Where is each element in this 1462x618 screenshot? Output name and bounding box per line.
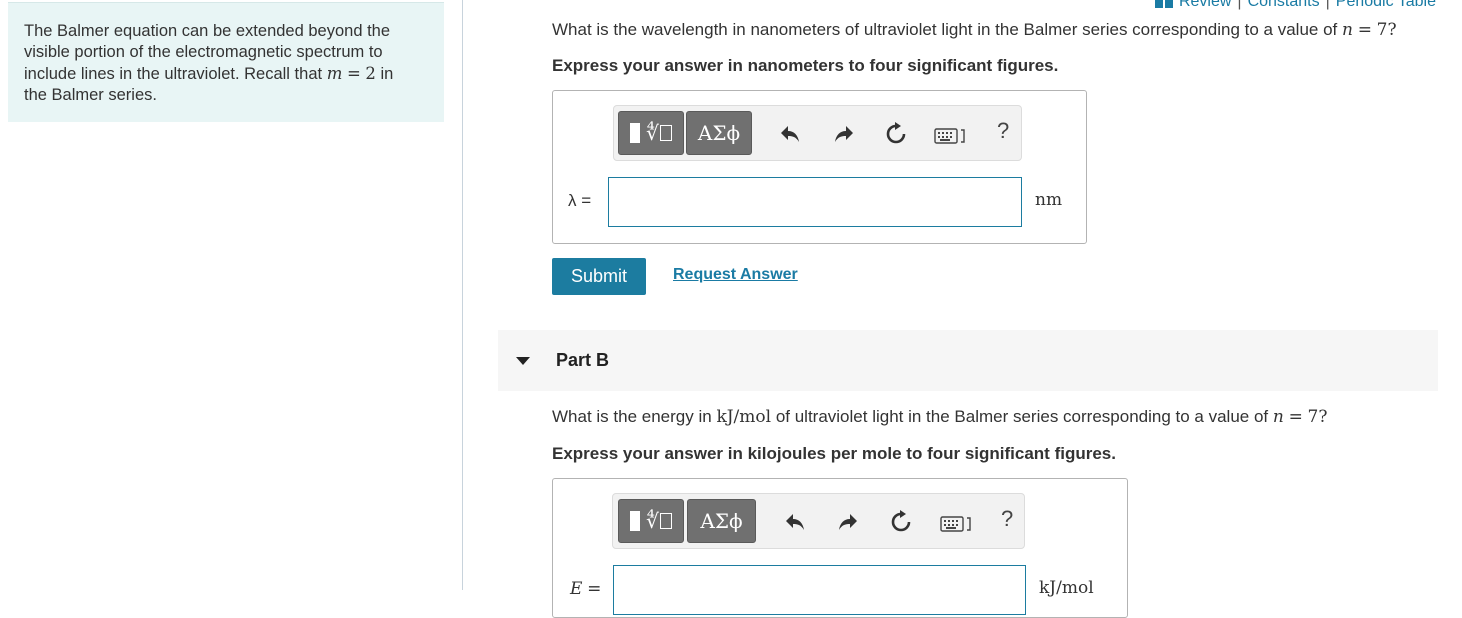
request-answer-link[interactable]: Request Answer [673,266,798,284]
part-a-instruction: Express your answer in nanometers to fou… [552,56,1059,75]
math-var-m: m [326,64,343,83]
info-text: include lines in the ultraviolet. Recall… [24,65,323,83]
unit-label: kJ/mol [1039,578,1094,598]
math-toolbar: ∜ ΑΣϕ ? [612,493,1025,549]
question-mark: ? [1387,20,1397,40]
unit-label: nm [1035,190,1063,210]
part-b-question: What is the energy in kJ/mol of ultravio… [552,407,1328,427]
math-var-n: n [1272,407,1284,427]
caret-down-icon [516,357,530,365]
review-link[interactable]: Review [1179,0,1231,11]
math-unit-inline: kJ/mol [716,407,772,427]
part-a-answer-box: ∜ ΑΣϕ ? λ = nm [552,90,1087,244]
radical-icon: ∜ [646,509,659,533]
box-icon [659,513,672,529]
constants-link[interactable]: Constants [1248,0,1320,11]
redo-icon[interactable] [834,508,862,536]
part-title: Part B [556,350,610,370]
reset-icon[interactable] [887,508,915,536]
keyboard-icon[interactable] [940,515,972,533]
separator: | [1237,0,1242,10]
part-a-question: What is the wavelength in nanometers of … [552,20,1397,40]
math-eq: = [587,579,602,599]
part-b-instruction: Express your answer in kilojoules per mo… [552,444,1116,463]
submit-button[interactable]: Submit [552,258,646,295]
symbols-button[interactable]: ΑΣϕ [687,499,756,543]
part-b-header[interactable]: Part B [498,330,1438,391]
top-links: Review | Constants | Periodic Table [1154,0,1436,11]
question-text: What is the energy in [552,407,712,426]
math-n-value: 7 [1307,407,1319,427]
info-box: The Balmer equation can be extended beyo… [8,2,444,122]
column-divider [462,0,463,590]
question-text: of ultraviolet light in the Balmer serie… [775,407,1269,426]
help-button[interactable]: ? [997,118,1009,144]
math-n-value: 7 [1376,20,1388,40]
math-m-value: 2 [365,64,376,83]
math-var-e: E [570,579,583,599]
undo-icon[interactable] [776,120,804,148]
math-eq: = [1357,20,1372,40]
undo-icon[interactable] [781,508,809,536]
templates-button[interactable]: ∜ [618,499,684,543]
radical-icon: ∜ [646,121,659,145]
separator: | [1325,0,1330,10]
book-icon [1154,0,1173,8]
math-eq: = [1288,407,1303,427]
cursor-block-icon [630,511,641,531]
templates-button[interactable]: ∜ [618,111,684,155]
info-line: include lines in the ultraviolet. Recall… [24,63,428,85]
info-line: The Balmer equation can be extended beyo… [24,22,391,40]
symbols-button[interactable]: ΑΣϕ [686,111,752,155]
info-line: the Balmer series. [24,86,157,104]
math-var-n: n [1342,20,1353,40]
periodic-table-link[interactable]: Periodic Table [1336,0,1436,11]
info-text: in [380,65,394,83]
box-icon [659,125,672,141]
redo-icon[interactable] [830,120,858,148]
part-b-answer-input[interactable] [613,565,1026,615]
keyboard-icon[interactable] [934,127,966,145]
help-button[interactable]: ? [1001,506,1013,532]
lambda-label: λ = [568,191,592,210]
question-mark: ? [1318,407,1328,427]
math-eq: = [346,64,361,83]
math-toolbar: ∜ ΑΣϕ ? [613,105,1022,161]
reset-icon[interactable] [882,120,910,148]
part-a-answer-input[interactable] [608,177,1022,227]
part-b-answer-box: ∜ ΑΣϕ ? E = kJ/mol [552,478,1128,618]
question-text: What is the wavelength in nanometers of … [552,20,1338,39]
info-line: visible portion of the electromagnetic s… [24,43,383,61]
cursor-block-icon [630,123,641,143]
energy-label: E = [570,579,601,599]
